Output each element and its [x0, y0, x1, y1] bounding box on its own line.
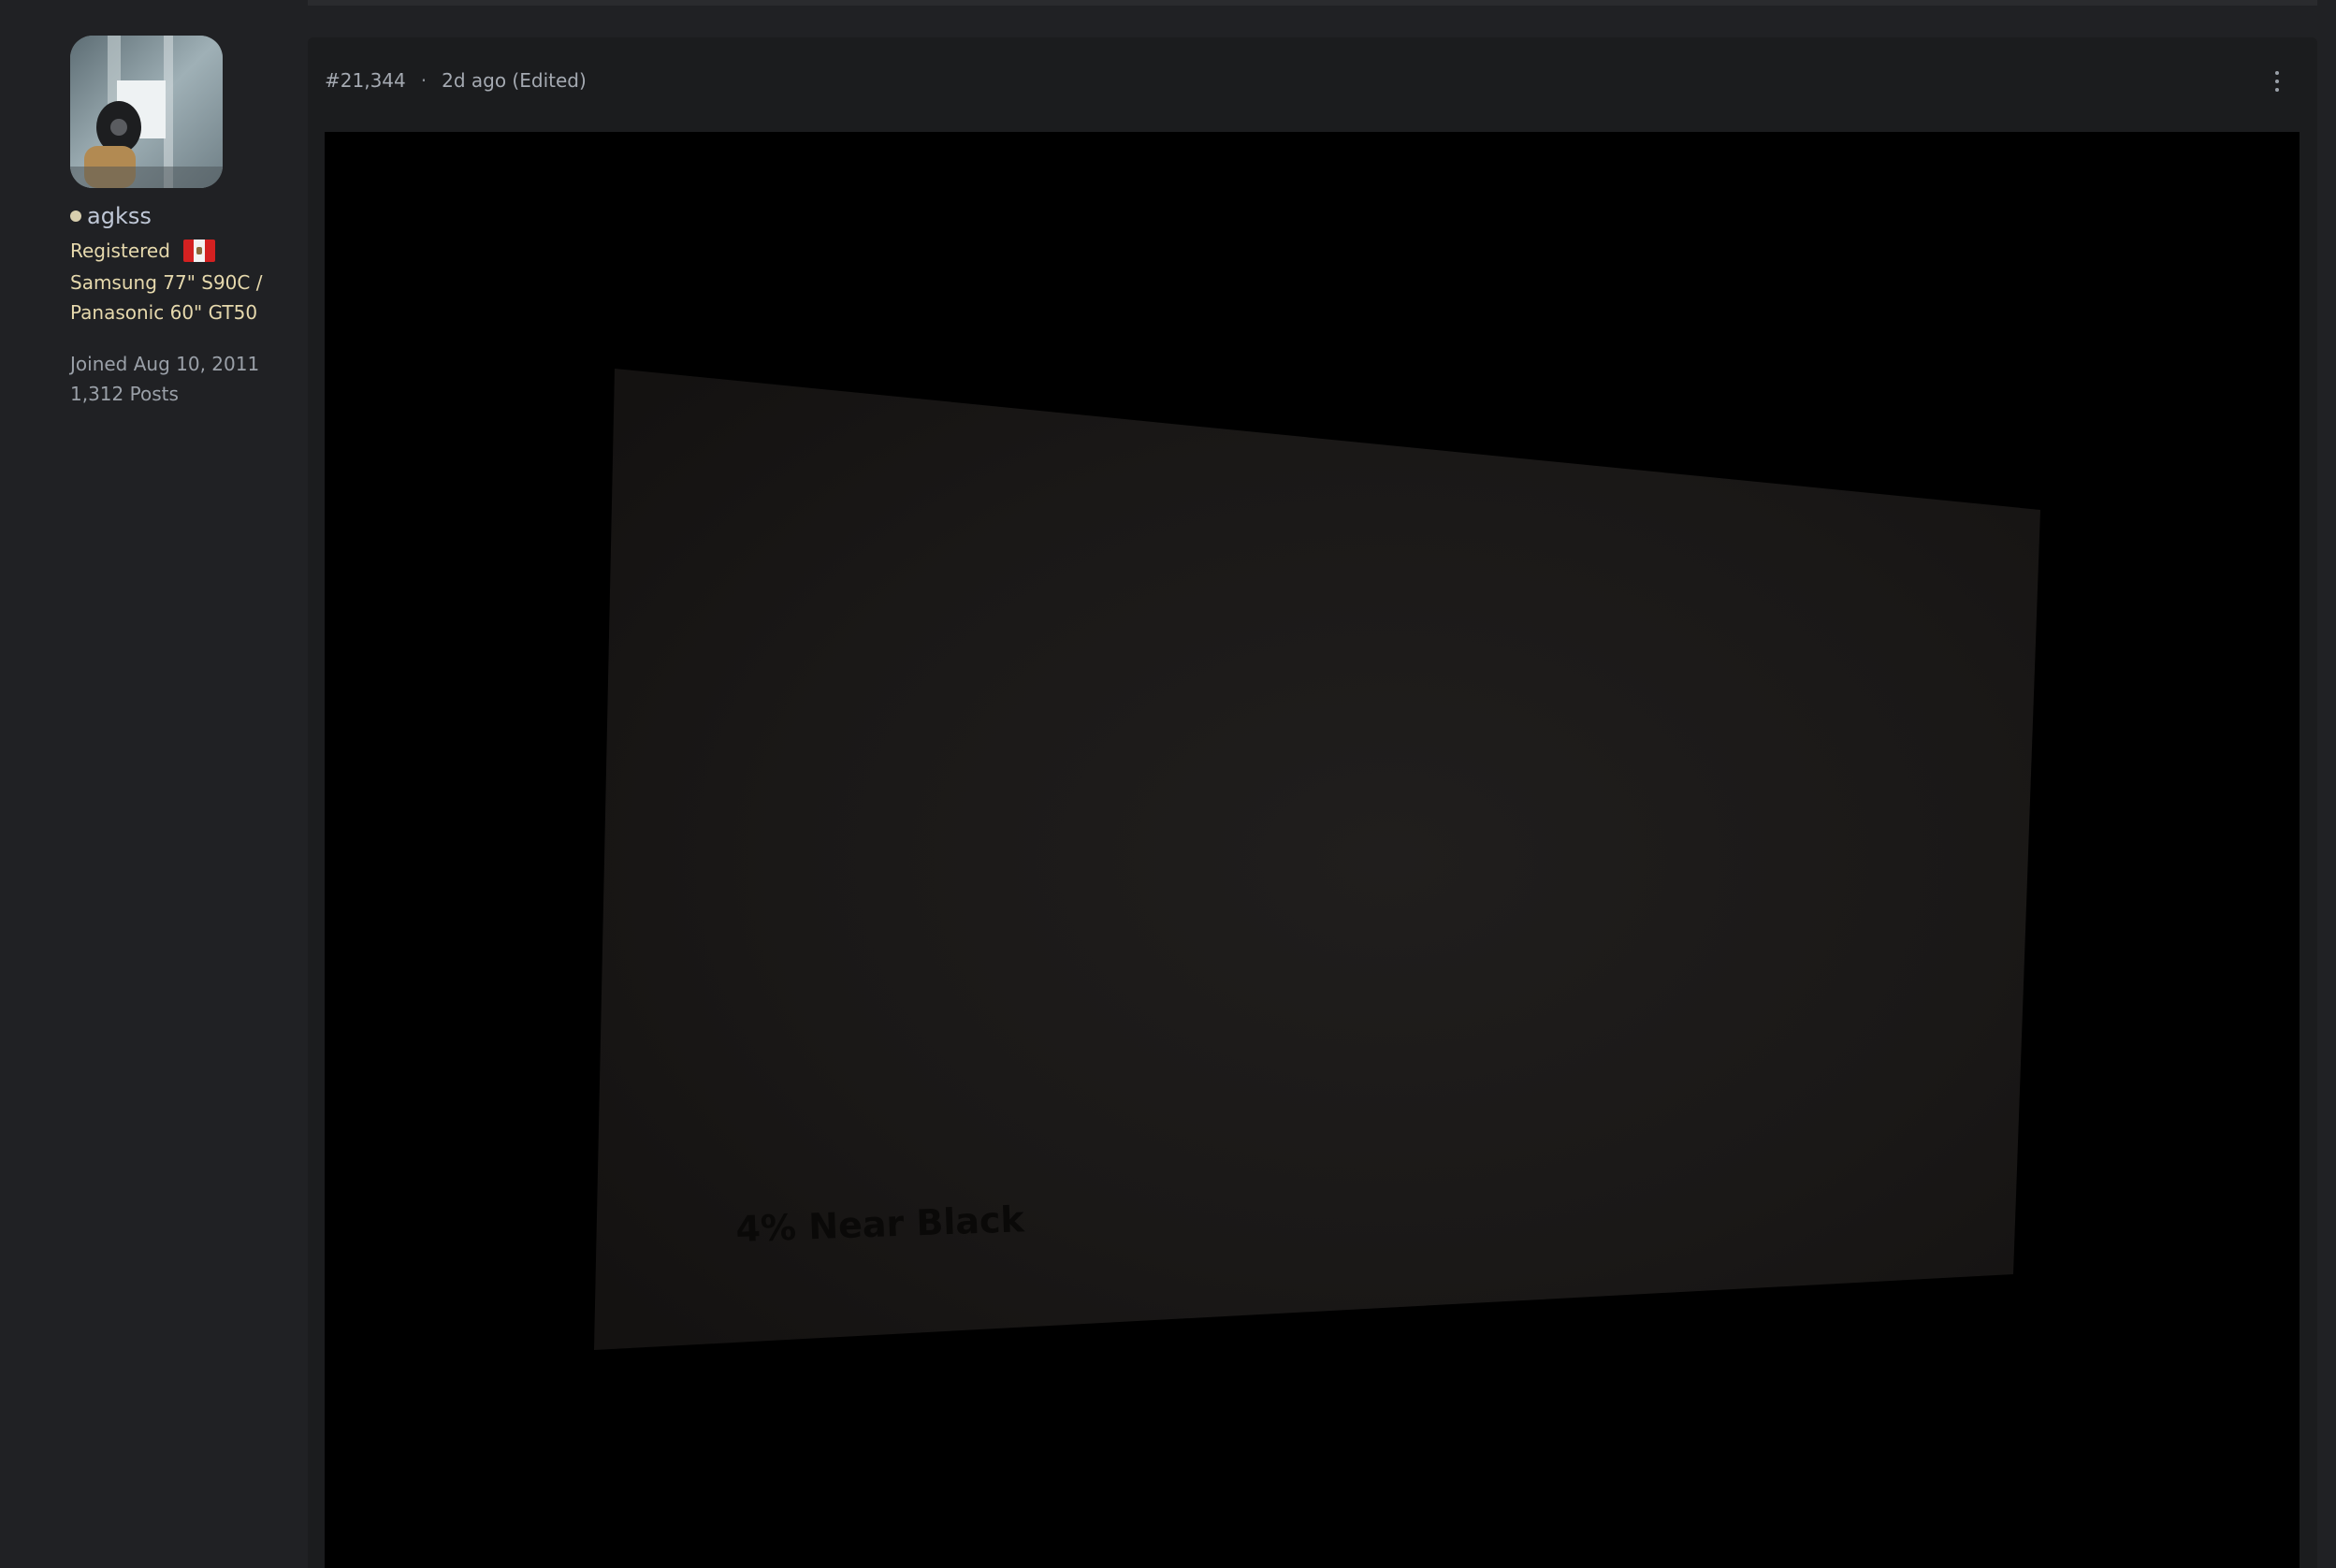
- post-attached-image[interactable]: 4% Near Black: [325, 132, 2300, 1568]
- tv-photo: 4% Near Black: [325, 132, 2300, 1568]
- forum-post-page: agkss Registered Samsung 77" S90C / Pana…: [0, 0, 2336, 1568]
- avatar-image: [70, 36, 223, 188]
- signature-line: Samsung 77" S90C /: [70, 271, 263, 294]
- post-count: 1,312 Posts: [70, 383, 179, 405]
- author-sidebar: agkss Registered Samsung 77" S90C / Pana…: [0, 0, 305, 1568]
- more-vertical-icon[interactable]: [2266, 65, 2288, 97]
- meta-separator: ·: [420, 69, 428, 92]
- signature-line: Panasonic 60" GT50: [70, 301, 258, 324]
- post-number-link[interactable]: #21,344: [325, 69, 406, 92]
- user-signature: Samsung 77" S90C / Panasonic 60" GT50: [70, 268, 285, 327]
- username-row: agkss: [70, 200, 152, 232]
- online-status-icon: [70, 211, 81, 222]
- role-row: Registered: [70, 236, 215, 266]
- peru-flag-icon: [182, 240, 215, 262]
- tv-screen: [594, 369, 2040, 1350]
- avatar[interactable]: [70, 36, 223, 188]
- join-date: Joined Aug 10, 2011: [70, 353, 260, 375]
- post-timestamp[interactable]: 2d ago (Edited): [442, 69, 587, 92]
- post-meta: #21,344 · 2d ago (Edited): [325, 65, 587, 95]
- previous-post-divider: [308, 0, 2317, 6]
- user-role: Registered: [70, 240, 170, 262]
- username-link[interactable]: agkss: [87, 203, 152, 229]
